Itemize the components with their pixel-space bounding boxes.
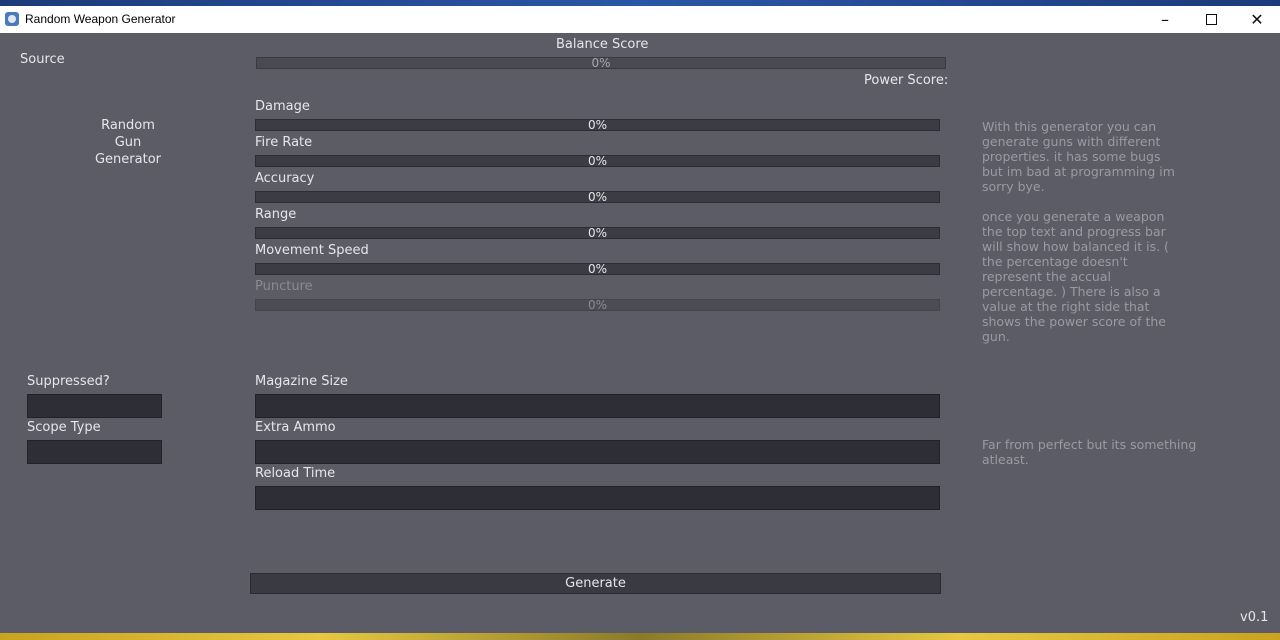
puncture-label: Puncture: [255, 279, 313, 294]
range-bar: 0%: [255, 226, 940, 240]
source-label: Source: [20, 52, 65, 67]
puncture-percent: 0%: [587, 298, 608, 312]
info-paragraph-2: once you generate a weapon the top text …: [982, 209, 1169, 344]
damage-label: Damage: [255, 99, 310, 114]
window-titlebar: Random Weapon Generator – ✕: [0, 6, 1280, 33]
desktop-background-strip-bottom: [0, 633, 1280, 640]
minimize-icon: –: [1161, 10, 1169, 29]
accuracy-bar: 0%: [255, 190, 940, 204]
side-title-line: Random: [101, 118, 155, 133]
balance-score-label: Balance Score: [556, 37, 649, 52]
fire-rate-label: Fire Rate: [255, 135, 313, 150]
app-icon: [5, 12, 19, 26]
info-paragraph-3: Far from perfect but its something atlea…: [982, 437, 1197, 467]
app-side-title: Random Gun Generator: [90, 117, 166, 168]
side-title-line: Gun: [114, 135, 142, 150]
side-title-line: Generator: [94, 152, 161, 167]
maximize-button[interactable]: [1188, 6, 1234, 33]
extra-ammo-field[interactable]: [255, 440, 940, 464]
movement-speed-label: Movement Speed: [255, 243, 369, 258]
accuracy-percent: 0%: [587, 190, 608, 204]
window-title: Random Weapon Generator: [25, 12, 176, 26]
scope-type-field[interactable]: [27, 440, 162, 464]
scope-type-label: Scope Type: [27, 420, 101, 435]
movement-speed-percent: 0%: [587, 262, 608, 276]
main-panel: Source Balance Score 0% Power Score: Ran…: [0, 33, 1280, 633]
magazine-size-field[interactable]: [255, 394, 940, 418]
damage-percent: 0%: [587, 118, 608, 132]
close-button[interactable]: ✕: [1234, 6, 1280, 33]
generate-button[interactable]: Generate: [250, 573, 941, 594]
version-label: v0.1: [1240, 610, 1269, 625]
balance-score-percent: 0%: [591, 56, 611, 70]
power-score-label: Power Score:: [864, 73, 949, 88]
range-percent: 0%: [587, 226, 608, 240]
fire-rate-percent: 0%: [587, 154, 608, 168]
accuracy-label: Accuracy: [255, 171, 315, 186]
balance-score-bar: 0%: [256, 56, 946, 70]
extra-ammo-label: Extra Ammo: [255, 420, 336, 435]
reload-time-field[interactable]: [255, 486, 940, 510]
minimize-button[interactable]: –: [1142, 6, 1188, 33]
movement-speed-bar: 0%: [255, 262, 940, 276]
info-paragraph-1: With this generator you can generate gun…: [982, 119, 1175, 194]
range-label: Range: [255, 207, 297, 222]
suppressed-label: Suppressed?: [27, 374, 110, 389]
reload-time-label: Reload Time: [255, 466, 336, 481]
puncture-bar: 0%: [255, 298, 940, 312]
fire-rate-bar: 0%: [255, 154, 940, 168]
magazine-size-label: Magazine Size: [255, 374, 348, 389]
damage-bar: 0%: [255, 118, 940, 132]
maximize-icon: [1205, 14, 1217, 25]
suppressed-field[interactable]: [27, 394, 162, 418]
close-icon: ✕: [1250, 10, 1264, 29]
